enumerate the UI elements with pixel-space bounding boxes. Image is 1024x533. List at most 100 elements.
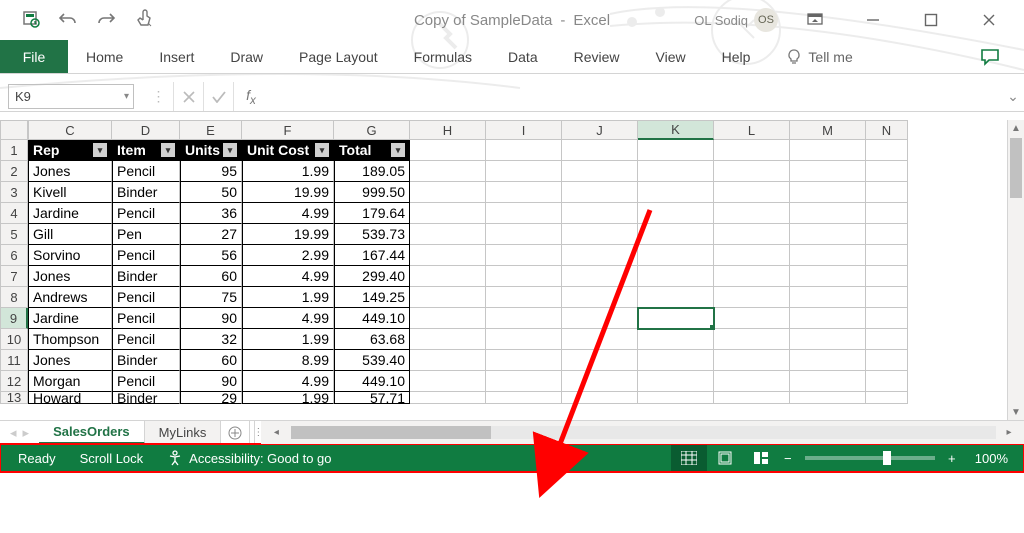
cell-L11[interactable] — [714, 350, 790, 371]
tell-me-search[interactable]: Tell me — [768, 40, 870, 73]
row-header-9[interactable]: 9 — [0, 308, 28, 329]
cell-H2[interactable] — [410, 161, 486, 182]
cell-N6[interactable] — [866, 245, 908, 266]
cell-K6[interactable] — [638, 245, 714, 266]
cell-J2[interactable] — [562, 161, 638, 182]
cell-E11[interactable]: 60 — [180, 350, 242, 371]
cell-I10[interactable] — [486, 329, 562, 350]
name-box[interactable]: K9 ▾ — [8, 84, 134, 109]
cell-L6[interactable] — [714, 245, 790, 266]
cell-N7[interactable] — [866, 266, 908, 287]
cell-F7[interactable]: 4.99 — [242, 266, 334, 287]
cell-N3[interactable] — [866, 182, 908, 203]
cell-N8[interactable] — [866, 287, 908, 308]
cell-C4[interactable]: Jardine — [28, 203, 112, 224]
column-header-G[interactable]: G — [334, 120, 410, 140]
cell-M2[interactable] — [790, 161, 866, 182]
cell-N10[interactable] — [866, 329, 908, 350]
column-header-H[interactable]: H — [410, 120, 486, 140]
column-header-L[interactable]: L — [714, 120, 790, 140]
filter-dropdown-icon[interactable]: ▾ — [93, 143, 107, 157]
sheet-tab-mylinks[interactable]: MyLinks — [145, 421, 222, 444]
hscroll-thumb[interactable] — [291, 426, 491, 439]
cell-L5[interactable] — [714, 224, 790, 245]
cell-H7[interactable] — [410, 266, 486, 287]
cell-E8[interactable]: 75 — [180, 287, 242, 308]
cell-I6[interactable] — [486, 245, 562, 266]
cell-M11[interactable] — [790, 350, 866, 371]
row-header-4[interactable]: 4 — [0, 203, 28, 224]
cell-F11[interactable]: 8.99 — [242, 350, 334, 371]
cell-E9[interactable]: 90 — [180, 308, 242, 329]
row-header-10[interactable]: 10 — [0, 329, 28, 350]
cell-L7[interactable] — [714, 266, 790, 287]
cell-K8[interactable] — [638, 287, 714, 308]
cell-E12[interactable]: 90 — [180, 371, 242, 392]
expand-formula-bar-icon[interactable]: ⌄ — [1002, 82, 1024, 111]
cell-C8[interactable]: Andrews — [28, 287, 112, 308]
enter-formula-icon[interactable] — [204, 82, 234, 111]
minimize-button[interactable] — [852, 4, 894, 36]
sheet-first-icon[interactable]: ◂ — [10, 425, 17, 441]
cell-C9[interactable]: Jardine — [28, 308, 112, 329]
cell-G13[interactable]: 57.71 — [334, 392, 410, 404]
row-header-6[interactable]: 6 — [0, 245, 28, 266]
tab-help[interactable]: Help — [704, 40, 769, 73]
column-header-E[interactable]: E — [180, 120, 242, 140]
cell-F3[interactable]: 19.99 — [242, 182, 334, 203]
column-header-D[interactable]: D — [112, 120, 180, 140]
cell-J12[interactable] — [562, 371, 638, 392]
comments-icon[interactable] — [980, 40, 1000, 73]
cell-I11[interactable] — [486, 350, 562, 371]
maximize-button[interactable] — [910, 4, 952, 36]
cell-G6[interactable]: 167.44 — [334, 245, 410, 266]
cell-D6[interactable]: Pencil — [112, 245, 180, 266]
cell-C5[interactable]: Gill — [28, 224, 112, 245]
cell-F12[interactable]: 4.99 — [242, 371, 334, 392]
cell-F4[interactable]: 4.99 — [242, 203, 334, 224]
cell-H9[interactable] — [410, 308, 486, 329]
cell-D7[interactable]: Binder — [112, 266, 180, 287]
cell-K5[interactable] — [638, 224, 714, 245]
zoom-slider[interactable] — [805, 456, 935, 460]
cell-J10[interactable] — [562, 329, 638, 350]
cell-N1[interactable] — [866, 140, 908, 161]
cell-N11[interactable] — [866, 350, 908, 371]
cell-N5[interactable] — [866, 224, 908, 245]
formula-more-icon[interactable]: ⋮ — [144, 82, 174, 111]
cell-L1[interactable] — [714, 140, 790, 161]
cell-M4[interactable] — [790, 203, 866, 224]
scroll-down-icon[interactable]: ▼ — [1008, 404, 1024, 420]
cell-J11[interactable] — [562, 350, 638, 371]
scroll-right-icon[interactable]: ▸ — [1000, 421, 1018, 444]
cell-E4[interactable]: 36 — [180, 203, 242, 224]
cell-K12[interactable] — [638, 371, 714, 392]
tab-view[interactable]: View — [638, 40, 704, 73]
cell-L3[interactable] — [714, 182, 790, 203]
cell-H8[interactable] — [410, 287, 486, 308]
cell-M6[interactable] — [790, 245, 866, 266]
tab-home[interactable]: Home — [68, 40, 141, 73]
cell-M7[interactable] — [790, 266, 866, 287]
column-header-N[interactable]: N — [866, 120, 908, 140]
scroll-left-icon[interactable]: ◂ — [267, 421, 285, 444]
cell-G2[interactable]: 189.05 — [334, 161, 410, 182]
cell-F9[interactable]: 4.99 — [242, 308, 334, 329]
tab-review[interactable]: Review — [556, 40, 638, 73]
filter-dropdown-icon[interactable]: ▾ — [315, 143, 329, 157]
cell-L12[interactable] — [714, 371, 790, 392]
cell-K11[interactable] — [638, 350, 714, 371]
cell-D3[interactable]: Binder — [112, 182, 180, 203]
cell-G5[interactable]: 539.73 — [334, 224, 410, 245]
row-header-3[interactable]: 3 — [0, 182, 28, 203]
cell-H6[interactable] — [410, 245, 486, 266]
cell-H13[interactable] — [410, 392, 486, 404]
cell-M8[interactable] — [790, 287, 866, 308]
cell-I4[interactable] — [486, 203, 562, 224]
row-header-8[interactable]: 8 — [0, 287, 28, 308]
tab-draw[interactable]: Draw — [212, 40, 281, 73]
cell-C7[interactable]: Jones — [28, 266, 112, 287]
cell-J8[interactable] — [562, 287, 638, 308]
cell-C11[interactable]: Jones — [28, 350, 112, 371]
cell-N4[interactable] — [866, 203, 908, 224]
